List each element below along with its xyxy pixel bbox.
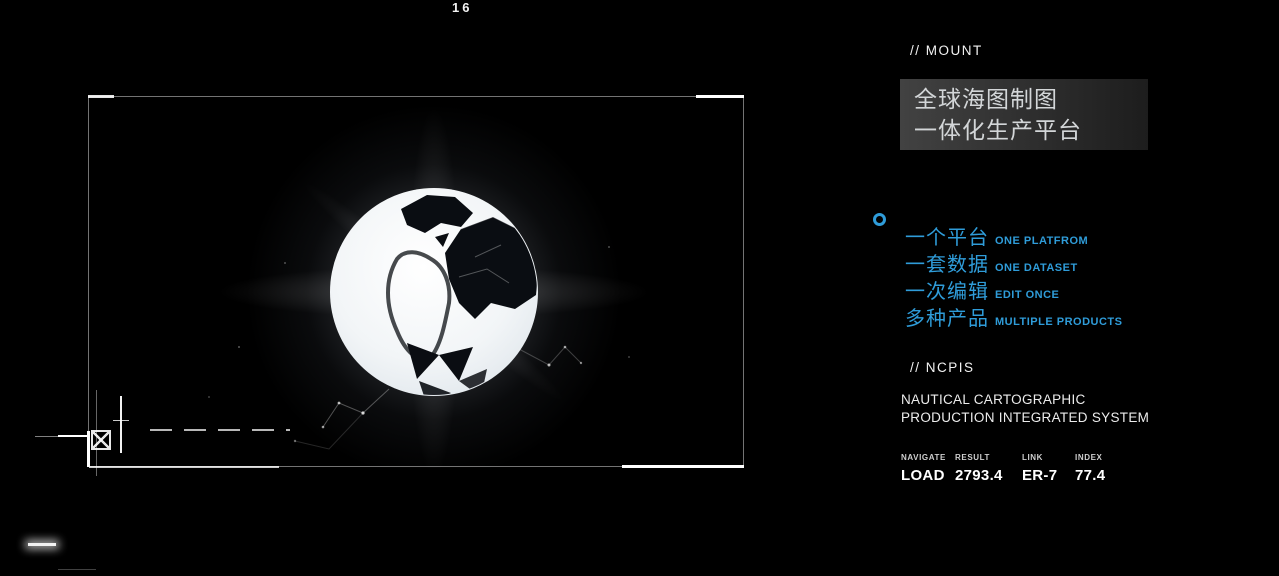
stat-label: LINK (1022, 453, 1075, 462)
stat-label: INDEX (1075, 453, 1125, 462)
stat-result: RESULT 2793.4 (955, 453, 1022, 484)
hud-bottom-rule (58, 569, 96, 570)
hud-vertical-rule (120, 396, 122, 453)
system-name-line1: NAUTICAL CARTOGRAPHIC (901, 391, 1149, 409)
hud-tick (113, 420, 129, 421)
stat-label: RESULT (955, 453, 1022, 462)
stat-value: LOAD (901, 467, 955, 484)
stat-navigate: NAVIGATE LOAD (901, 453, 955, 484)
stat-label: NAVIGATE (901, 453, 955, 462)
globe-graphic (89, 97, 745, 468)
stat-value: ER-7 (1022, 467, 1075, 484)
feature-item-edit-once: 一次编辑 EDIT ONCE (905, 275, 1122, 302)
feature-zh: 一次编辑 (905, 275, 989, 304)
feature-en: MULTIPLE PRODUCTS (995, 316, 1122, 328)
hud-dashed-rule (150, 429, 290, 431)
hud-glow-marker (28, 543, 56, 546)
feature-en: ONE DATASET (995, 262, 1078, 274)
status-readout: NAVIGATE LOAD RESULT 2793.4 LINK ER-7 IN… (901, 453, 1125, 484)
feature-list: 一个平台 ONE PLATFROM 一套数据 ONE DATASET 一次编辑 … (905, 221, 1122, 329)
stage: 16 (0, 0, 1279, 576)
globe-viewport-frame (88, 96, 744, 467)
hud-rule-bright (58, 435, 90, 437)
product-title-line1: 全球海图制图 (914, 84, 1148, 115)
stat-value: 2793.4 (955, 467, 1022, 484)
feature-zh: 多种产品 (905, 302, 989, 331)
feature-en: EDIT ONCE (995, 289, 1059, 301)
feature-zh: 一个平台 (905, 221, 989, 250)
mount-label: // MOUNT (910, 43, 983, 58)
feature-en: ONE PLATFROM (995, 235, 1088, 247)
stat-value: 77.4 (1075, 467, 1125, 484)
stat-link: LINK ER-7 (1022, 453, 1075, 484)
system-name-line2: PRODUCTION INTEGRATED SYSTEM (901, 409, 1149, 427)
feature-item-one-dataset: 一套数据 ONE DATASET (905, 248, 1122, 275)
hud-vertical-rule-dim (96, 390, 97, 476)
feature-item-multiple-products: 多种产品 MULTIPLE PRODUCTS (905, 302, 1122, 329)
hud-rule-dim (35, 436, 59, 437)
product-title-line2: 一体化生产平台 (914, 115, 1148, 146)
crossed-square-icon (91, 430, 111, 450)
system-name: NAUTICAL CARTOGRAPHIC PRODUCTION INTEGRA… (901, 391, 1149, 427)
feature-item-one-platform: 一个平台 ONE PLATFROM (905, 221, 1122, 248)
feature-zh: 一套数据 (905, 248, 989, 277)
ncpis-label: // NCPIS (910, 360, 975, 375)
stat-index: INDEX 77.4 (1075, 453, 1125, 484)
bullet-ring-icon (873, 213, 886, 226)
product-title-box: 全球海图制图 一体化生产平台 (900, 79, 1148, 150)
frame-counter: 16 (452, 0, 472, 15)
